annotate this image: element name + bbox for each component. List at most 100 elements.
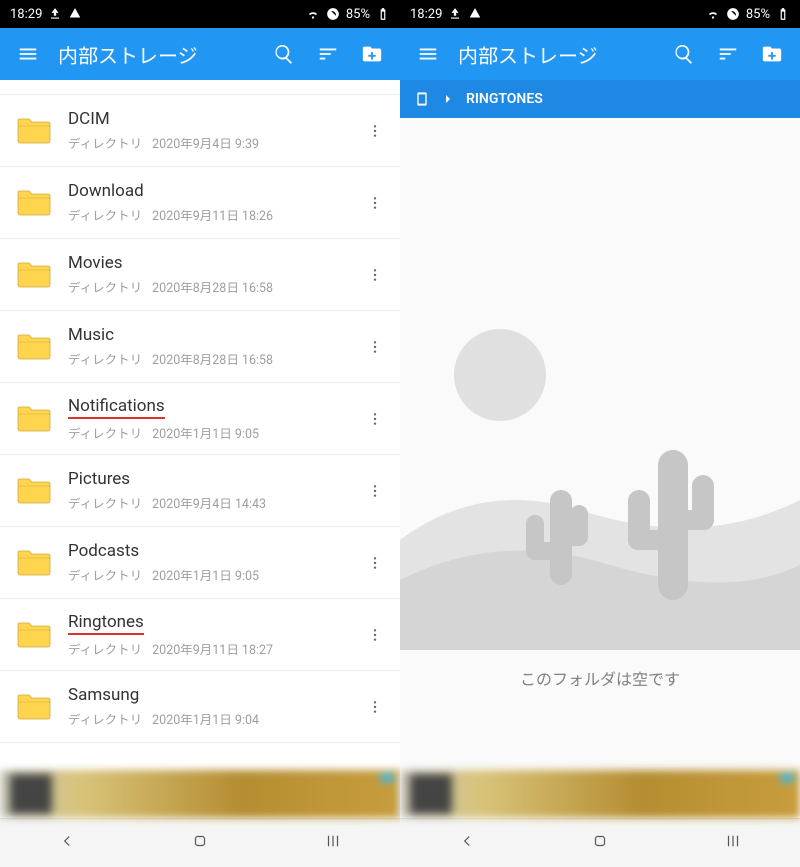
folder-name: Movies [68,253,123,273]
folder-list[interactable]: DCIM ディレクトリ2020年9月4日 9:39 Download ディレクト… [0,80,400,770]
new-folder-icon [361,43,383,65]
breadcrumb-current: RINGTONES [466,91,543,107]
folder-row[interactable]: Music ディレクトリ2020年8月28日 16:58 [0,311,400,383]
app-title: 内部ストレージ [52,40,260,69]
folder-meta: ディレクトリ2020年8月28日 16:58 [68,277,358,296]
status-bar: 18:29 85% [0,0,400,28]
folder-icon [16,260,52,290]
nav-recents[interactable] [324,832,342,854]
no-disturb-icon [726,7,740,21]
nav-recents[interactable] [724,832,742,854]
partial-row-top [0,80,400,95]
battery-percent: 85% [746,7,770,22]
ad-banner[interactable] [400,770,800,818]
row-more-button[interactable] [358,471,392,511]
folder-name: Notifications [68,396,165,419]
folder-row[interactable]: Ringtones ディレクトリ2020年9月11日 18:27 [0,599,400,671]
battery-percent: 85% [346,7,370,22]
phone-left: 18:29 85% 内部ストレージ DCIM ディレクトリ2020年9月4日 9… [0,0,400,867]
status-bar: 18:29 85% [400,0,800,28]
row-more-button[interactable] [358,687,392,727]
folder-icon [16,332,52,362]
no-disturb-icon [326,7,340,21]
sort-icon [717,43,739,65]
nav-home[interactable] [591,832,609,854]
search-icon [673,43,695,65]
nav-back[interactable] [58,832,76,854]
nav-bar [0,818,400,867]
row-more-button[interactable] [358,399,392,439]
folder-row[interactable]: DCIM ディレクトリ2020年9月4日 9:39 [0,95,400,167]
download-done-icon [448,7,462,21]
menu-button[interactable] [8,34,48,74]
desert-illustration [400,280,800,650]
folder-icon [16,116,52,146]
folder-meta: ディレクトリ2020年1月1日 9:04 [68,709,358,728]
sort-icon [317,43,339,65]
sort-button[interactable] [708,34,748,74]
folder-icon [16,548,52,578]
folder-meta: ディレクトリ2020年1月1日 9:05 [68,423,358,442]
wifi-icon [706,7,720,21]
folder-meta: ディレクトリ2020年8月28日 16:58 [68,349,358,368]
nav-back[interactable] [458,832,476,854]
folder-meta: ディレクトリ2020年9月11日 18:26 [68,205,358,224]
nav-bar [400,818,800,867]
download-done-icon [48,7,62,21]
search-button[interactable] [264,34,304,74]
row-more-button[interactable] [358,255,392,295]
drive-icon [68,7,82,21]
clock: 18:29 [10,7,42,22]
search-icon [273,43,295,65]
sort-button[interactable] [308,34,348,74]
chevron-right-icon [440,91,456,107]
app-bar: 内部ストレージ [400,28,800,80]
clock: 18:29 [410,7,442,22]
folder-row[interactable]: Samsung ディレクトリ2020年1月1日 9:04 [0,671,400,743]
folder-row[interactable]: Download ディレクトリ2020年9月11日 18:26 [0,167,400,239]
folder-name: Pictures [68,469,130,489]
folder-row[interactable]: Movies ディレクトリ2020年8月28日 16:58 [0,239,400,311]
battery-icon [776,7,790,21]
row-more-button[interactable] [358,183,392,223]
app-title: 内部ストレージ [452,40,660,69]
hamburger-icon [17,43,39,65]
folder-row[interactable]: Notifications ディレクトリ2020年1月1日 9:05 [0,383,400,455]
wifi-icon [306,7,320,21]
breadcrumb[interactable]: RINGTONES [400,80,800,118]
row-more-button[interactable] [358,615,392,655]
folder-name: Ringtones [68,612,144,635]
folder-meta: ディレクトリ2020年9月11日 18:27 [68,639,358,658]
row-more-button[interactable] [358,111,392,151]
menu-button[interactable] [408,34,448,74]
folder-name: Download [68,181,144,201]
folder-icon [16,620,52,650]
battery-icon [376,7,390,21]
ad-banner[interactable] [0,770,400,818]
new-folder-button[interactable] [352,34,392,74]
row-more-button[interactable] [358,327,392,367]
folder-icon [16,404,52,434]
folder-name: Samsung [68,685,139,705]
search-button[interactable] [664,34,704,74]
folder-icon [16,476,52,506]
device-icon [414,91,430,107]
folder-name: Music [68,325,114,345]
drive-icon [468,7,482,21]
folder-icon [16,692,52,722]
empty-text: このフォルダは空です [520,666,680,690]
app-bar: 内部ストレージ [0,28,400,80]
folder-meta: ディレクトリ2020年9月4日 9:39 [68,133,358,152]
empty-folder-view: このフォルダは空です [400,118,800,770]
folder-row[interactable]: Podcasts ディレクトリ2020年1月1日 9:05 [0,527,400,599]
folder-row[interactable]: Pictures ディレクトリ2020年9月4日 14:43 [0,455,400,527]
nav-home[interactable] [191,832,209,854]
new-folder-icon [761,43,783,65]
row-more-button[interactable] [358,543,392,583]
phone-right: 18:29 85% 内部ストレージ RINGTONES [400,0,800,867]
hamburger-icon [417,43,439,65]
folder-name: DCIM [68,109,110,129]
folder-icon [16,188,52,218]
folder-name: Podcasts [68,541,139,561]
new-folder-button[interactable] [752,34,792,74]
